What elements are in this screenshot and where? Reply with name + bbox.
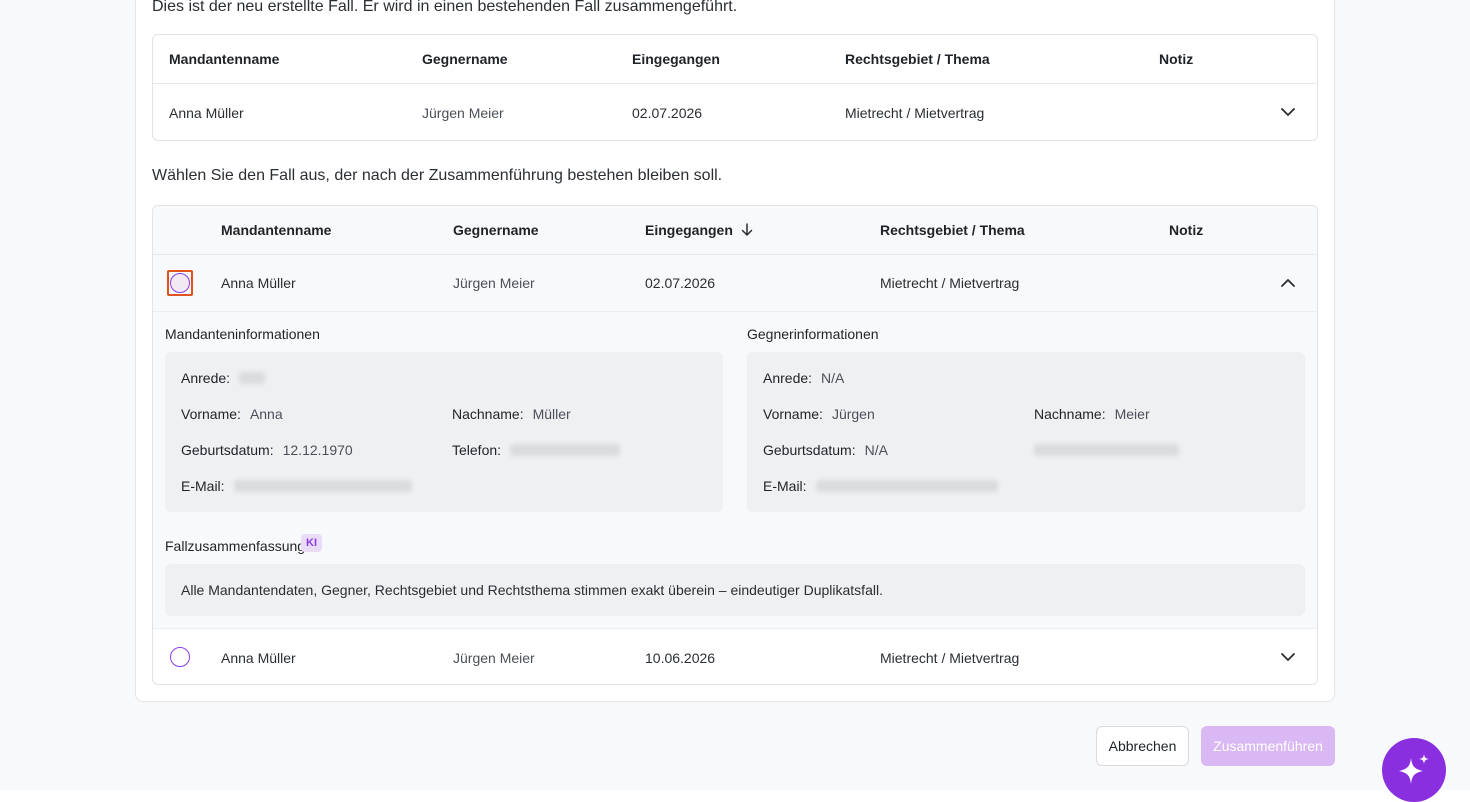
birthdate-label: Geburtsdatum:	[763, 442, 856, 458]
chevron-up-icon[interactable]	[1277, 272, 1299, 294]
redacted-value	[815, 480, 998, 492]
case-radio-button[interactable]	[170, 273, 190, 293]
header-received-sortable[interactable]: Eingegangen	[645, 206, 753, 254]
client-info-box: Anrede: Vorname: Anna Nachname: Müller G…	[165, 352, 723, 512]
client-name: Anna Müller	[221, 649, 296, 666]
lastname-value: Meier	[1114, 406, 1150, 422]
header-opponent: Gegnername	[422, 51, 508, 67]
opponent-name: Jürgen Meier	[453, 649, 535, 666]
summary-title: Fallzusammenfassung	[165, 538, 306, 554]
received-date: 10.06.2026	[645, 649, 716, 666]
select-instruction: Wählen Sie den Fall aus, der nach der Zu…	[152, 167, 723, 184]
redacted-value	[510, 444, 621, 456]
existing-cases-table: Mandantenname Gegnername Eingegangen Rec…	[152, 205, 1318, 685]
birthdate-value: 12.12.1970	[282, 442, 353, 458]
merge-button[interactable]: Zusammenführen	[1201, 726, 1335, 766]
client-email: E-Mail:	[181, 476, 412, 496]
client-name: Anna Müller	[169, 104, 244, 121]
chevron-down-icon[interactable]	[1277, 646, 1299, 668]
sparkles-icon	[1396, 752, 1432, 788]
opponent-info-box: Anrede: N/A Vorname: Jürgen Nachname: Me…	[747, 352, 1305, 512]
client-name: Anna Müller	[221, 275, 296, 291]
opponent-salutation: Anrede: N/A	[763, 368, 844, 388]
client-firstname: Vorname: Anna	[181, 404, 283, 424]
phone-label: Telefon:	[452, 442, 502, 458]
header-opponent: Gegnername	[453, 222, 539, 238]
salutation-label: Anrede:	[181, 370, 231, 386]
footer-band	[0, 790, 1470, 802]
new-case-table: Mandantenname Gegnername Eingegangen Rec…	[152, 34, 1318, 141]
new-case-table-header: Mandantenname Gegnername Eingegangen Rec…	[153, 35, 1317, 84]
case-radio-button[interactable]	[170, 647, 190, 667]
header-client: Mandantenname	[221, 222, 332, 238]
lastname-label: Nachname:	[452, 406, 524, 422]
table-row: Anna Müller Jürgen Meier 02.07.2026 Miet…	[153, 255, 1317, 312]
header-area: Rechtsgebiet / Thema	[845, 51, 990, 67]
opponent-name: Jürgen Meier	[422, 104, 504, 121]
opponent-firstname: Vorname: Jürgen	[763, 404, 875, 424]
cancel-button[interactable]: Abbrechen	[1096, 726, 1189, 766]
opponent-phone	[1034, 440, 1179, 460]
header-area: Rechtsgebiet / Thema	[880, 222, 1025, 238]
email-label: E-Mail:	[763, 478, 807, 494]
client-birthdate: Geburtsdatum: 12.12.1970	[181, 440, 353, 460]
redacted-value	[1034, 444, 1179, 456]
chevron-down-icon[interactable]	[1277, 101, 1299, 123]
opponent-lastname: Nachname: Meier	[1034, 404, 1150, 424]
intro-text: Dies ist der neu erstellte Fall. Er wird…	[152, 0, 738, 15]
header-client: Mandantenname	[169, 51, 280, 67]
ai-badge: KI	[301, 534, 322, 552]
firstname-label: Vorname:	[763, 406, 823, 422]
area-topic: Mietrecht / Mietvertrag	[880, 649, 1020, 666]
firstname-value: Anna	[249, 406, 283, 422]
redacted-value	[239, 372, 266, 384]
email-label: E-Mail:	[181, 478, 225, 494]
area-topic: Mietrecht / Mietvertrag	[880, 275, 1020, 291]
opponent-info-title: Gegnerinformationen	[747, 326, 879, 342]
client-lastname: Nachname: Müller	[452, 404, 571, 424]
existing-cases-header: Mandantenname Gegnername Eingegangen Rec…	[153, 206, 1317, 255]
lastname-value: Müller	[532, 406, 571, 422]
received-date: 02.07.2026	[632, 104, 703, 121]
birthdate-label: Geburtsdatum:	[181, 442, 274, 458]
client-salutation: Anrede:	[181, 368, 266, 388]
opponent-name: Jürgen Meier	[453, 275, 535, 291]
header-received: Eingegangen	[645, 222, 733, 238]
lastname-label: Nachname:	[1034, 406, 1106, 422]
area-topic: Mietrecht / Mietvertrag	[845, 104, 985, 121]
arrow-down-icon	[741, 223, 753, 237]
header-note: Notiz	[1169, 222, 1204, 238]
opponent-birthdate: Geburtsdatum: N/A	[763, 440, 888, 460]
header-note: Notiz	[1159, 51, 1194, 67]
client-phone: Telefon:	[452, 440, 621, 460]
client-info-title: Mandanteninformationen	[165, 326, 320, 342]
received-date: 02.07.2026	[645, 275, 716, 291]
firstname-value: Jürgen	[831, 406, 875, 422]
case-summary: Alle Mandantendaten, Gegner, Rechtsgebie…	[165, 564, 1305, 616]
table-row: Anna Müller Jürgen Meier 10.06.2026 Miet…	[153, 629, 1317, 684]
redacted-value	[233, 480, 412, 492]
firstname-label: Vorname:	[181, 406, 241, 422]
header-received: Eingegangen	[632, 51, 720, 67]
table-row: Anna Müller Jürgen Meier 02.07.2026 Miet…	[153, 84, 1317, 141]
ai-assistant-button[interactable]	[1382, 738, 1446, 802]
opponent-email: E-Mail:	[763, 476, 998, 496]
salutation-label: Anrede:	[763, 370, 813, 386]
case-details-panel: Mandanteninformationen Gegnerinformation…	[153, 312, 1317, 629]
salutation-value: N/A	[821, 370, 845, 386]
birthdate-value: N/A	[864, 442, 888, 458]
